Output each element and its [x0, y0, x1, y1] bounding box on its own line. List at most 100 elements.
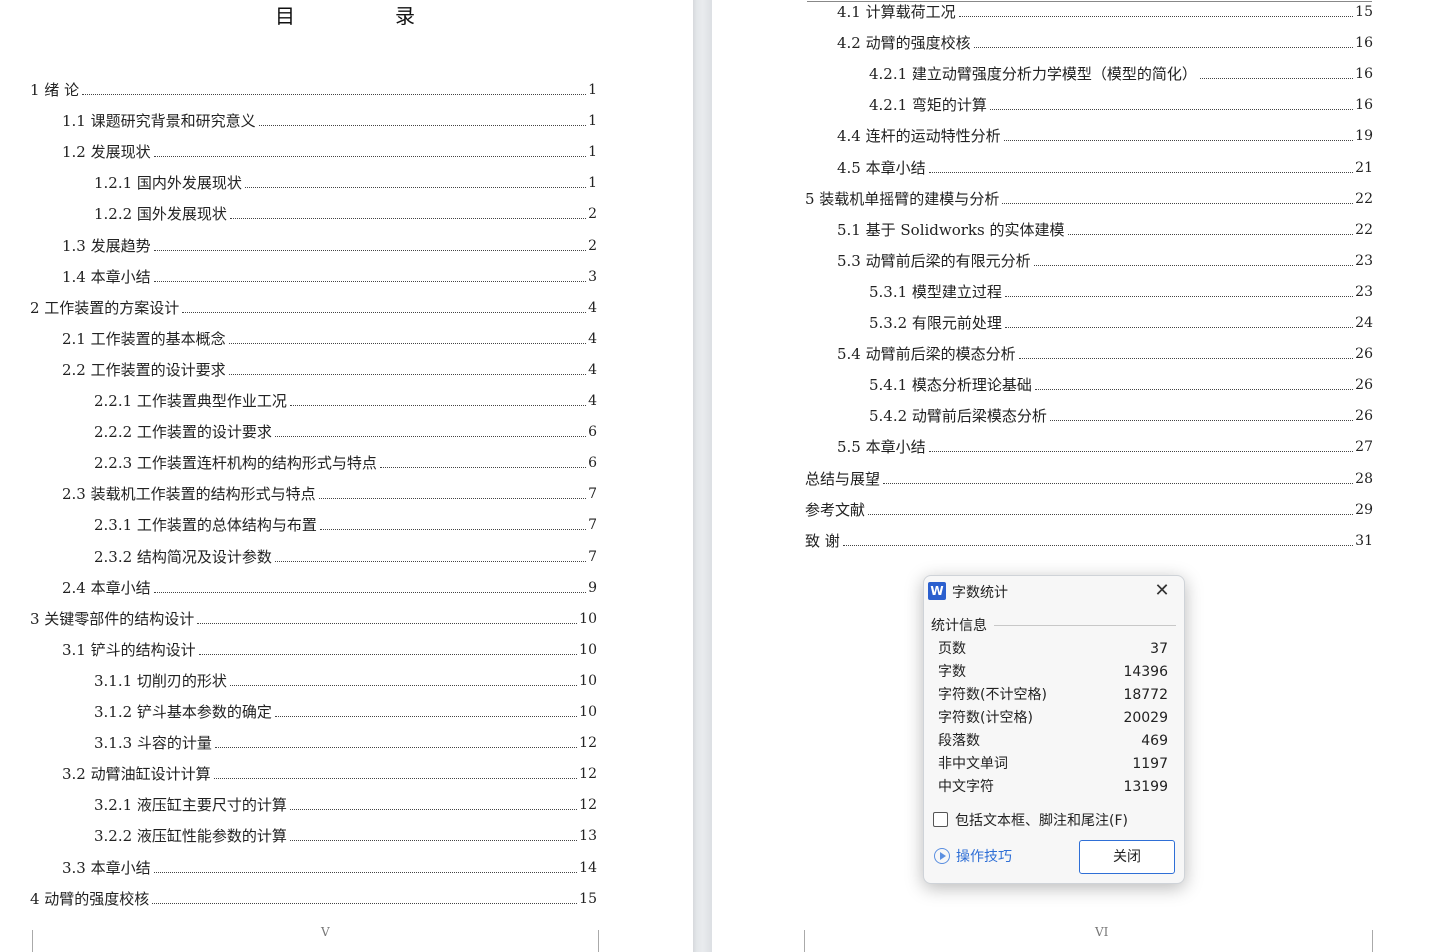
- toc-entry[interactable]: 5.5 本章小结 27: [837, 437, 1373, 457]
- toc-entry-title: 3.2.2 液压缸性能参数的计算: [94, 827, 287, 846]
- toc-entry[interactable]: 1.1 课题研究背景和研究意义 1: [62, 111, 597, 131]
- stat-row: 字符数(计空格) 20029: [938, 707, 1168, 729]
- toc-entry[interactable]: 5.4.1 模态分析理论基础 26: [869, 375, 1373, 395]
- toc-entry[interactable]: 2.3.2 结构简况及设计参数 7: [94, 547, 597, 567]
- toc-entry-title: 总结与展望: [805, 469, 881, 488]
- toc-entry[interactable]: 2.2.1 工作装置典型作业工况 4: [94, 391, 597, 411]
- toc-entry-page: 21: [1355, 159, 1373, 176]
- toc-entry[interactable]: 1.2.2 国外发展现状 2: [94, 204, 597, 224]
- toc-entry[interactable]: 2.3.1 工作装置的总体结构与布置 7: [94, 515, 597, 535]
- toc-entry-page: 23: [1355, 283, 1373, 300]
- toc-entry[interactable]: 3.3 本章小结 14: [62, 858, 597, 878]
- toc-entry[interactable]: 致 谢 31: [805, 531, 1373, 551]
- toc-entry[interactable]: 3.1.3 斗容的计量 12: [94, 733, 597, 753]
- toc-entry[interactable]: 3 关键零部件的结构设计 10: [30, 609, 597, 629]
- include-textbox-checkbox[interactable]: 包括文本框、脚注和尾注(F): [933, 811, 1128, 831]
- toc-entry-page: 14: [579, 859, 597, 876]
- toc-entry-title: 2.2.2 工作装置的设计要求: [94, 423, 272, 442]
- toc-entry-title: 4.2.1 弯矩的计算: [869, 96, 987, 115]
- word-count-dialog: W 字数统计 ✕ 统计信息 页数 37 字数 14396 字符数(不计空格) 18772 字…: [923, 575, 1185, 884]
- toc-entry-page: 27: [1355, 439, 1373, 456]
- toc-entry-title: 2.3.1 工作装置的总体结构与布置: [94, 516, 317, 535]
- dot-leader: [1049, 420, 1354, 422]
- toc-entry-page: 16: [1355, 97, 1373, 114]
- toc-entry-page: 7: [588, 486, 597, 503]
- toc-entry-page: 24: [1355, 315, 1373, 331]
- toc-entry[interactable]: 总结与展望 28: [805, 469, 1373, 489]
- toc-entry-page: 2: [588, 206, 597, 223]
- dot-leader: [1018, 358, 1354, 360]
- toc-entry[interactable]: 1.2 发展现状 1: [62, 142, 597, 162]
- toc-entry[interactable]: 3.2 动臂油缸设计计算 12: [62, 764, 597, 784]
- stat-value: 37: [1150, 641, 1168, 657]
- dot-leader: [1003, 140, 1354, 142]
- toc-entry-title: 1.3 发展趋势: [62, 236, 151, 255]
- toc-entry[interactable]: 3.2.2 液压缸性能参数的计算 13: [94, 826, 597, 846]
- dot-leader: [379, 467, 587, 469]
- toc-entry-page: 3: [588, 268, 597, 285]
- toc-entry[interactable]: 2.1 工作装置的基本概念 4: [62, 329, 597, 349]
- toc-entry[interactable]: 5.4.2 动臂前后梁模态分析 26: [869, 406, 1373, 426]
- toc-entry[interactable]: 5 装载机单摇臂的建模与分析 22: [805, 189, 1373, 209]
- toc-entry[interactable]: 5.3.1 模型建立过程 23: [869, 282, 1373, 302]
- toc-entry[interactable]: 4.2 动臂的强度校核 16: [837, 33, 1373, 53]
- dot-leader: [153, 591, 587, 593]
- toc-entry-page: 19: [1355, 128, 1373, 145]
- toc-entry[interactable]: 5.1 基于 Solidworks 的实体建模 22: [837, 220, 1373, 240]
- toc-entry[interactable]: 2.2.3 工作装置连杆机构的结构形式与特点 6: [94, 453, 597, 473]
- toc-entry-title: 1.4 本章小结: [62, 267, 151, 286]
- toc-entry[interactable]: 3.1 铲斗的结构设计 10: [62, 640, 597, 660]
- dot-leader: [842, 544, 1354, 546]
- toc-entry[interactable]: 4.2.1 弯矩的计算 16: [869, 95, 1373, 115]
- dot-leader: [1004, 295, 1354, 297]
- toc-entry-title: 2.2 工作装置的设计要求: [62, 360, 226, 379]
- toc-entry[interactable]: 4.5 本章小结 21: [837, 158, 1373, 178]
- checkbox-box[interactable]: [933, 812, 948, 827]
- toc-entry[interactable]: 2 工作装置的方案设计 4: [30, 298, 597, 318]
- toc-entry[interactable]: 5.3 动臂前后梁的有限元分析 23: [837, 251, 1373, 271]
- toc-entry[interactable]: 3.1.1 切削刃的形状 10: [94, 671, 597, 691]
- stat-label: 非中文单词: [938, 756, 1008, 772]
- toc-entry[interactable]: 1.3 发展趋势 2: [62, 236, 597, 256]
- toc-entry[interactable]: 1 绪 论 1: [30, 80, 597, 100]
- dot-leader: [153, 871, 578, 873]
- page-corner-mark: [782, 930, 805, 952]
- toc-entry-title: 3.3 本章小结: [62, 858, 151, 877]
- stat-row: 字符数(不计空格) 18772: [938, 684, 1168, 706]
- close-icon[interactable]: ✕: [1151, 580, 1173, 602]
- close-button[interactable]: 关闭: [1079, 840, 1175, 874]
- toc-entry[interactable]: 3.1.2 铲斗基本参数的确定 10: [94, 702, 597, 722]
- toc-entry-title: 1.1 课题研究背景和研究意义: [62, 112, 256, 131]
- dot-leader: [82, 94, 587, 95]
- toc-entry[interactable]: 4 动臂的强度校核 15: [30, 889, 597, 909]
- toc-entry-page: 2: [588, 237, 597, 254]
- toc-entry[interactable]: 1.4 本章小结 3: [62, 267, 597, 287]
- document-page-left: 目 录 1 绪 论 1 1.1 课题研究背景和研究意义 1 1.2 发展现状 1 1.2.1…: [0, 0, 693, 952]
- toc-entry[interactable]: 2.4 本章小结 9: [62, 578, 597, 598]
- toc-entry-title: 2.3 装载机工作装置的结构形式与特点: [62, 485, 316, 504]
- toc-entry[interactable]: 5.4 动臂前后梁的模态分析 26: [837, 344, 1373, 364]
- stat-row: 页数 37: [938, 638, 1168, 660]
- toc-entry-page: 15: [579, 890, 597, 907]
- toc-entry-title: 4.1 计算载荷工况: [837, 3, 956, 21]
- toc-entry[interactable]: 2.2.2 工作装置的设计要求 6: [94, 422, 597, 442]
- dot-leader: [182, 311, 587, 313]
- toc-entry[interactable]: 2.3 装载机工作装置的结构形式与特点 7: [62, 484, 597, 504]
- stat-label: 中文字符: [938, 779, 994, 795]
- toc-entry[interactable]: 4.4 连杆的运动特性分析 19: [837, 126, 1373, 146]
- toc-entry[interactable]: 2.2 工作装置的设计要求 4: [62, 360, 597, 380]
- toc-entry[interactable]: 4.1 计算载荷工况 15: [837, 2, 1373, 22]
- toc-entry[interactable]: 参考文献 29: [805, 500, 1373, 520]
- stat-value: 18772: [1123, 687, 1168, 703]
- toc-entry-title: 3.1.1 切削刃的形状: [94, 671, 227, 690]
- toc-entry-title: 4.2.1 建立动臂强度分析力学模型（模型的简化）: [869, 65, 1197, 84]
- tips-link[interactable]: 操作技巧: [934, 848, 1012, 866]
- toc-entry-page: 4: [588, 330, 597, 347]
- page-number-footer: VI: [1095, 925, 1109, 939]
- toc-list-left: 1 绪 论 1 1.1 课题研究背景和研究意义 1 1.2 发展现状 1 1.2.1 国内外…: [0, 0, 693, 952]
- toc-entry[interactable]: 5.3.2 有限元前处理 24: [869, 313, 1373, 333]
- dot-leader: [1034, 389, 1354, 391]
- toc-entry[interactable]: 4.2.1 建立动臂强度分析力学模型（模型的简化） 16: [869, 64, 1373, 84]
- toc-entry[interactable]: 1.2.1 国内外发展现状 1: [94, 173, 597, 193]
- toc-entry[interactable]: 3.2.1 液压缸主要尺寸的计算 12: [94, 795, 597, 815]
